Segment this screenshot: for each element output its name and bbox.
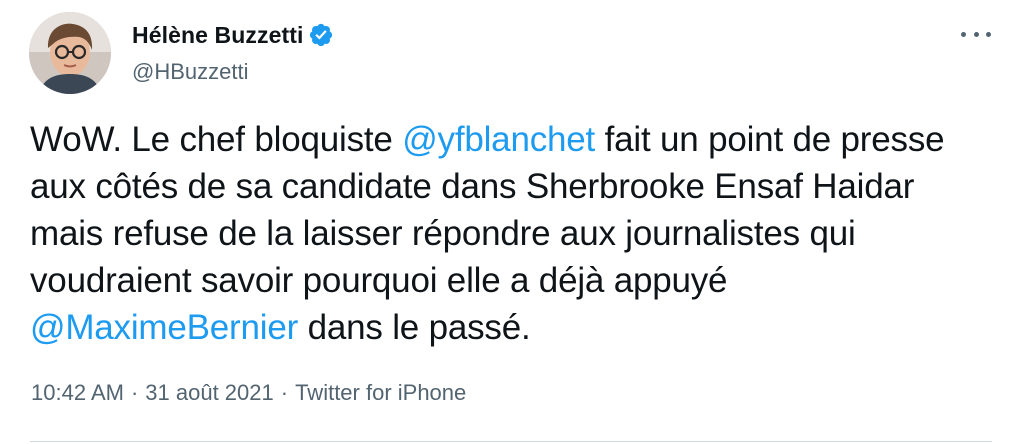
avatar[interactable] <box>29 12 111 94</box>
name-row: Hélène Buzzetti <box>132 18 334 52</box>
author-block: Hélène Buzzetti @HBuzzetti <box>132 18 334 85</box>
tweet-source[interactable]: Twitter for iPhone <box>295 380 466 405</box>
mention-link[interactable]: @yfblanchet <box>402 120 595 159</box>
author-display-name[interactable]: Hélène Buzzetti <box>132 22 303 49</box>
tweet-text-part: WoW. Le chef bloquiste <box>30 120 403 159</box>
more-options-icon[interactable] <box>961 24 991 44</box>
tweet-meta: 10:42 AM · 31 août 2021 · Twitter for iPhone <box>31 380 466 406</box>
dot <box>961 31 966 37</box>
mention-link[interactable]: @MaximeBernier <box>30 308 298 347</box>
dot <box>973 31 979 37</box>
tweet-card: Hélène Buzzetti @HBuzzetti WoW. Le chef … <box>0 0 1022 444</box>
verified-badge-icon <box>308 22 334 48</box>
tweet-date[interactable]: 31 août 2021 <box>145 380 273 405</box>
dot <box>986 31 991 37</box>
author-handle[interactable]: @HBuzzetti <box>132 59 334 85</box>
tweet-time[interactable]: 10:42 AM <box>31 380 124 405</box>
meta-separator: · <box>280 380 289 405</box>
meta-separator: · <box>130 380 139 405</box>
avatar-image <box>29 12 111 94</box>
tweet-text: WoW. Le chef bloquiste @yfblanchet fait … <box>30 116 990 351</box>
tweet-text-part: dans le passé. <box>298 308 531 347</box>
divider <box>30 441 992 442</box>
